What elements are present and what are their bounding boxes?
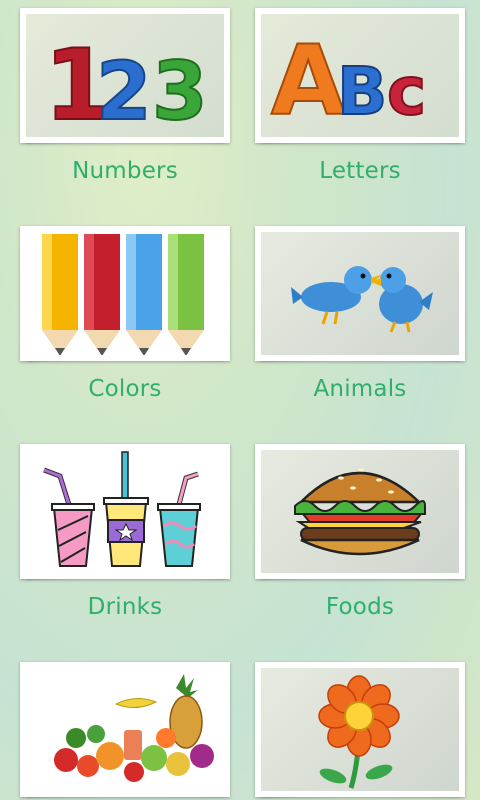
letters-abc-icon: A B c xyxy=(261,14,459,137)
letter-b: B xyxy=(337,53,387,130)
card-front: 1 2 3 xyxy=(20,8,230,143)
digit-3: 3 xyxy=(152,45,208,137)
category-tile-drinks[interactable]: Drinks xyxy=(20,444,240,620)
card-front xyxy=(20,662,230,797)
category-label: Foods xyxy=(325,594,395,620)
card-front xyxy=(255,662,465,797)
bird-left-icon xyxy=(291,266,383,325)
colored-pencils-icon xyxy=(26,232,224,355)
card-front xyxy=(255,226,465,361)
drink-cup-teal-icon xyxy=(157,471,201,567)
pencil-red-icon xyxy=(84,234,120,355)
category-tile-foods[interactable]: Foods xyxy=(255,444,475,620)
pencil-green-icon xyxy=(168,234,204,355)
card-front: A B c xyxy=(255,8,465,143)
card-stack xyxy=(255,444,465,579)
category-label: Animals xyxy=(313,376,407,402)
category-tile-numbers[interactable]: 1 2 3 Numbers xyxy=(20,8,240,184)
numbers-123-icon: 1 2 3 xyxy=(26,14,224,137)
card-front xyxy=(20,226,230,361)
pencil-blue-icon xyxy=(126,234,162,355)
fruits-vegetables-icon xyxy=(26,668,224,791)
bird-right-icon xyxy=(371,267,433,333)
card-stack xyxy=(255,226,465,361)
category-tile-flowers[interactable] xyxy=(255,662,475,797)
card-stack xyxy=(20,662,230,797)
digit-2: 2 xyxy=(96,45,152,137)
category-label: Colors xyxy=(88,376,162,402)
category-label: Letters xyxy=(319,158,401,184)
flower-icon xyxy=(261,668,459,791)
category-tile-letters[interactable]: A B c Letters xyxy=(255,8,475,184)
category-tile-animals[interactable]: Animals xyxy=(255,226,475,402)
card-stack: A B c xyxy=(255,8,465,143)
drink-cup-pink-icon xyxy=(43,467,95,567)
category-tile-fruits[interactable] xyxy=(20,662,240,797)
category-label: Numbers xyxy=(72,158,178,184)
blue-birds-icon xyxy=(261,232,459,355)
category-tile-colors[interactable]: Colors xyxy=(20,226,240,402)
pencil-yellow-icon xyxy=(42,234,78,355)
card-stack xyxy=(20,444,230,579)
drink-cup-yellow-icon xyxy=(103,451,149,567)
category-label: Drinks xyxy=(87,594,163,620)
drink-cups-icon xyxy=(26,450,224,573)
burger-icon xyxy=(261,450,459,573)
card-front xyxy=(255,444,465,579)
card-stack xyxy=(20,226,230,361)
category-grid: 1 2 3 Numbers A B c Letters Colors Anima… xyxy=(0,0,480,800)
card-front xyxy=(20,444,230,579)
letter-c: c xyxy=(387,53,426,130)
card-stack xyxy=(255,662,465,797)
letter-a: A xyxy=(271,25,345,137)
card-stack: 1 2 3 xyxy=(20,8,230,143)
